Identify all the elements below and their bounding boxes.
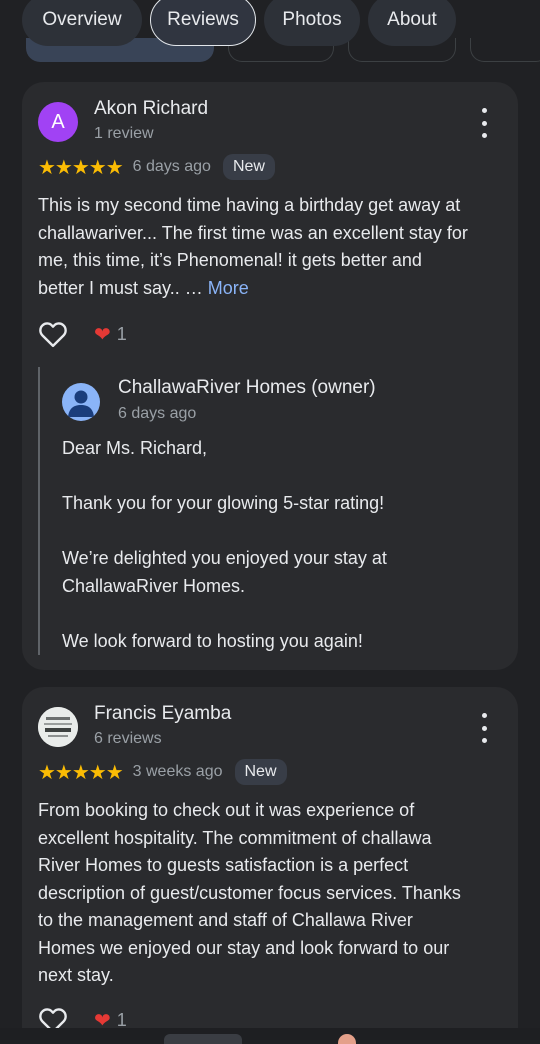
tab-photos[interactable]: Photos: [264, 0, 360, 46]
avatar[interactable]: [38, 707, 78, 747]
star-rating: ★★★★★: [38, 156, 124, 179]
tab-overview[interactable]: Overview: [22, 0, 142, 46]
reviewer-review-count: 6 reviews: [94, 730, 162, 747]
reply-line: [62, 600, 492, 628]
reactions-row: ❤ 1: [38, 319, 127, 349]
reply-line: Dear Ms. Richard,: [62, 438, 208, 458]
avatar-letter: A: [51, 110, 65, 133]
rating-row: ★★★★★ 3 weeks ago New: [38, 758, 287, 786]
rating-row: ★★★★★ 6 days ago New: [38, 153, 275, 181]
review-text-line: me, this time, it’s Phenomenal! it gets …: [38, 250, 422, 270]
review-text-line: challawariver... The first time was an e…: [38, 222, 468, 243]
review-text-line: River Homes to guests satisfaction is a …: [38, 855, 409, 875]
reply-line: Thank you for your glowing 5-star rating…: [62, 493, 385, 513]
person-icon: [68, 390, 94, 417]
review-text-line: next stay.: [38, 965, 114, 985]
review-text: This is my second time having a birthday…: [38, 192, 508, 302]
more-link[interactable]: More: [208, 278, 249, 298]
review-text: From booking to check out it was experie…: [38, 797, 508, 990]
tab-bar: Overview Reviews Photos About: [0, 0, 540, 62]
reaction-count: 1: [116, 323, 127, 344]
reply-line: ChallawaRiver Homes.: [62, 575, 246, 596]
reviewer-name[interactable]: Francis Eyamba: [94, 703, 231, 725]
profile-photo-icon: [38, 707, 78, 747]
owner-reply: ChallawaRiver Homes (owner) 6 days ago D…: [38, 367, 500, 655]
like-heart-icon[interactable]: [38, 320, 68, 348]
filter-chip-partial[interactable]: [470, 38, 540, 62]
bottom-button-partial[interactable]: [164, 1034, 242, 1044]
avatar[interactable]: A: [38, 102, 78, 142]
reply-line: We’re delighted you enjoyed your stay at: [62, 548, 387, 568]
owner-avatar[interactable]: [62, 383, 100, 421]
star-rating: ★★★★★: [38, 761, 124, 784]
owner-name: ChallawaRiver Homes (owner): [118, 377, 376, 398]
heart-reaction-icon: ❤: [94, 323, 111, 346]
reviewer-review-count: 1 review: [94, 125, 154, 142]
owner-reply-text: Dear Ms. Richard, Thank you for your glo…: [62, 435, 492, 655]
more-options-icon[interactable]: [474, 108, 494, 138]
reply-line: We look forward to hosting you again!: [62, 630, 363, 651]
more-options-icon[interactable]: [474, 713, 494, 743]
new-badge: New: [234, 759, 287, 785]
review-card: Francis Eyamba 6 reviews ★★★★★ 3 weeks a…: [22, 687, 518, 1040]
review-text-line: excellent hospitality. The commitment of…: [38, 827, 432, 848]
review-text-line: description of guest/customer focus serv…: [38, 882, 461, 903]
reviewer-name[interactable]: Akon Richard: [94, 98, 208, 120]
review-text-line-part: better I must say.. …: [38, 277, 203, 298]
tab-reviews[interactable]: Reviews: [150, 0, 256, 46]
reply-line: [62, 463, 492, 491]
bottom-bar: [0, 1028, 540, 1040]
review-text-line: better I must say.. … More: [38, 275, 508, 303]
review-text-line: From booking to check out it was experie…: [38, 800, 415, 820]
owner-reply-time: 6 days ago: [118, 405, 197, 422]
review-text-line: This is my second time having a birthday…: [38, 195, 461, 215]
tab-about[interactable]: About: [368, 0, 456, 46]
review-text-line: Homes we enjoyed our stay and look forwa…: [38, 937, 450, 958]
review-time: 3 weeks ago: [132, 763, 223, 780]
reply-line: [62, 518, 492, 546]
review-time: 6 days ago: [132, 158, 211, 175]
review-text-line: to the management and staff of Challawa …: [38, 910, 413, 930]
new-badge: New: [222, 154, 275, 180]
review-card: A Akon Richard 1 review ★★★★★ 6 days ago…: [22, 82, 518, 670]
